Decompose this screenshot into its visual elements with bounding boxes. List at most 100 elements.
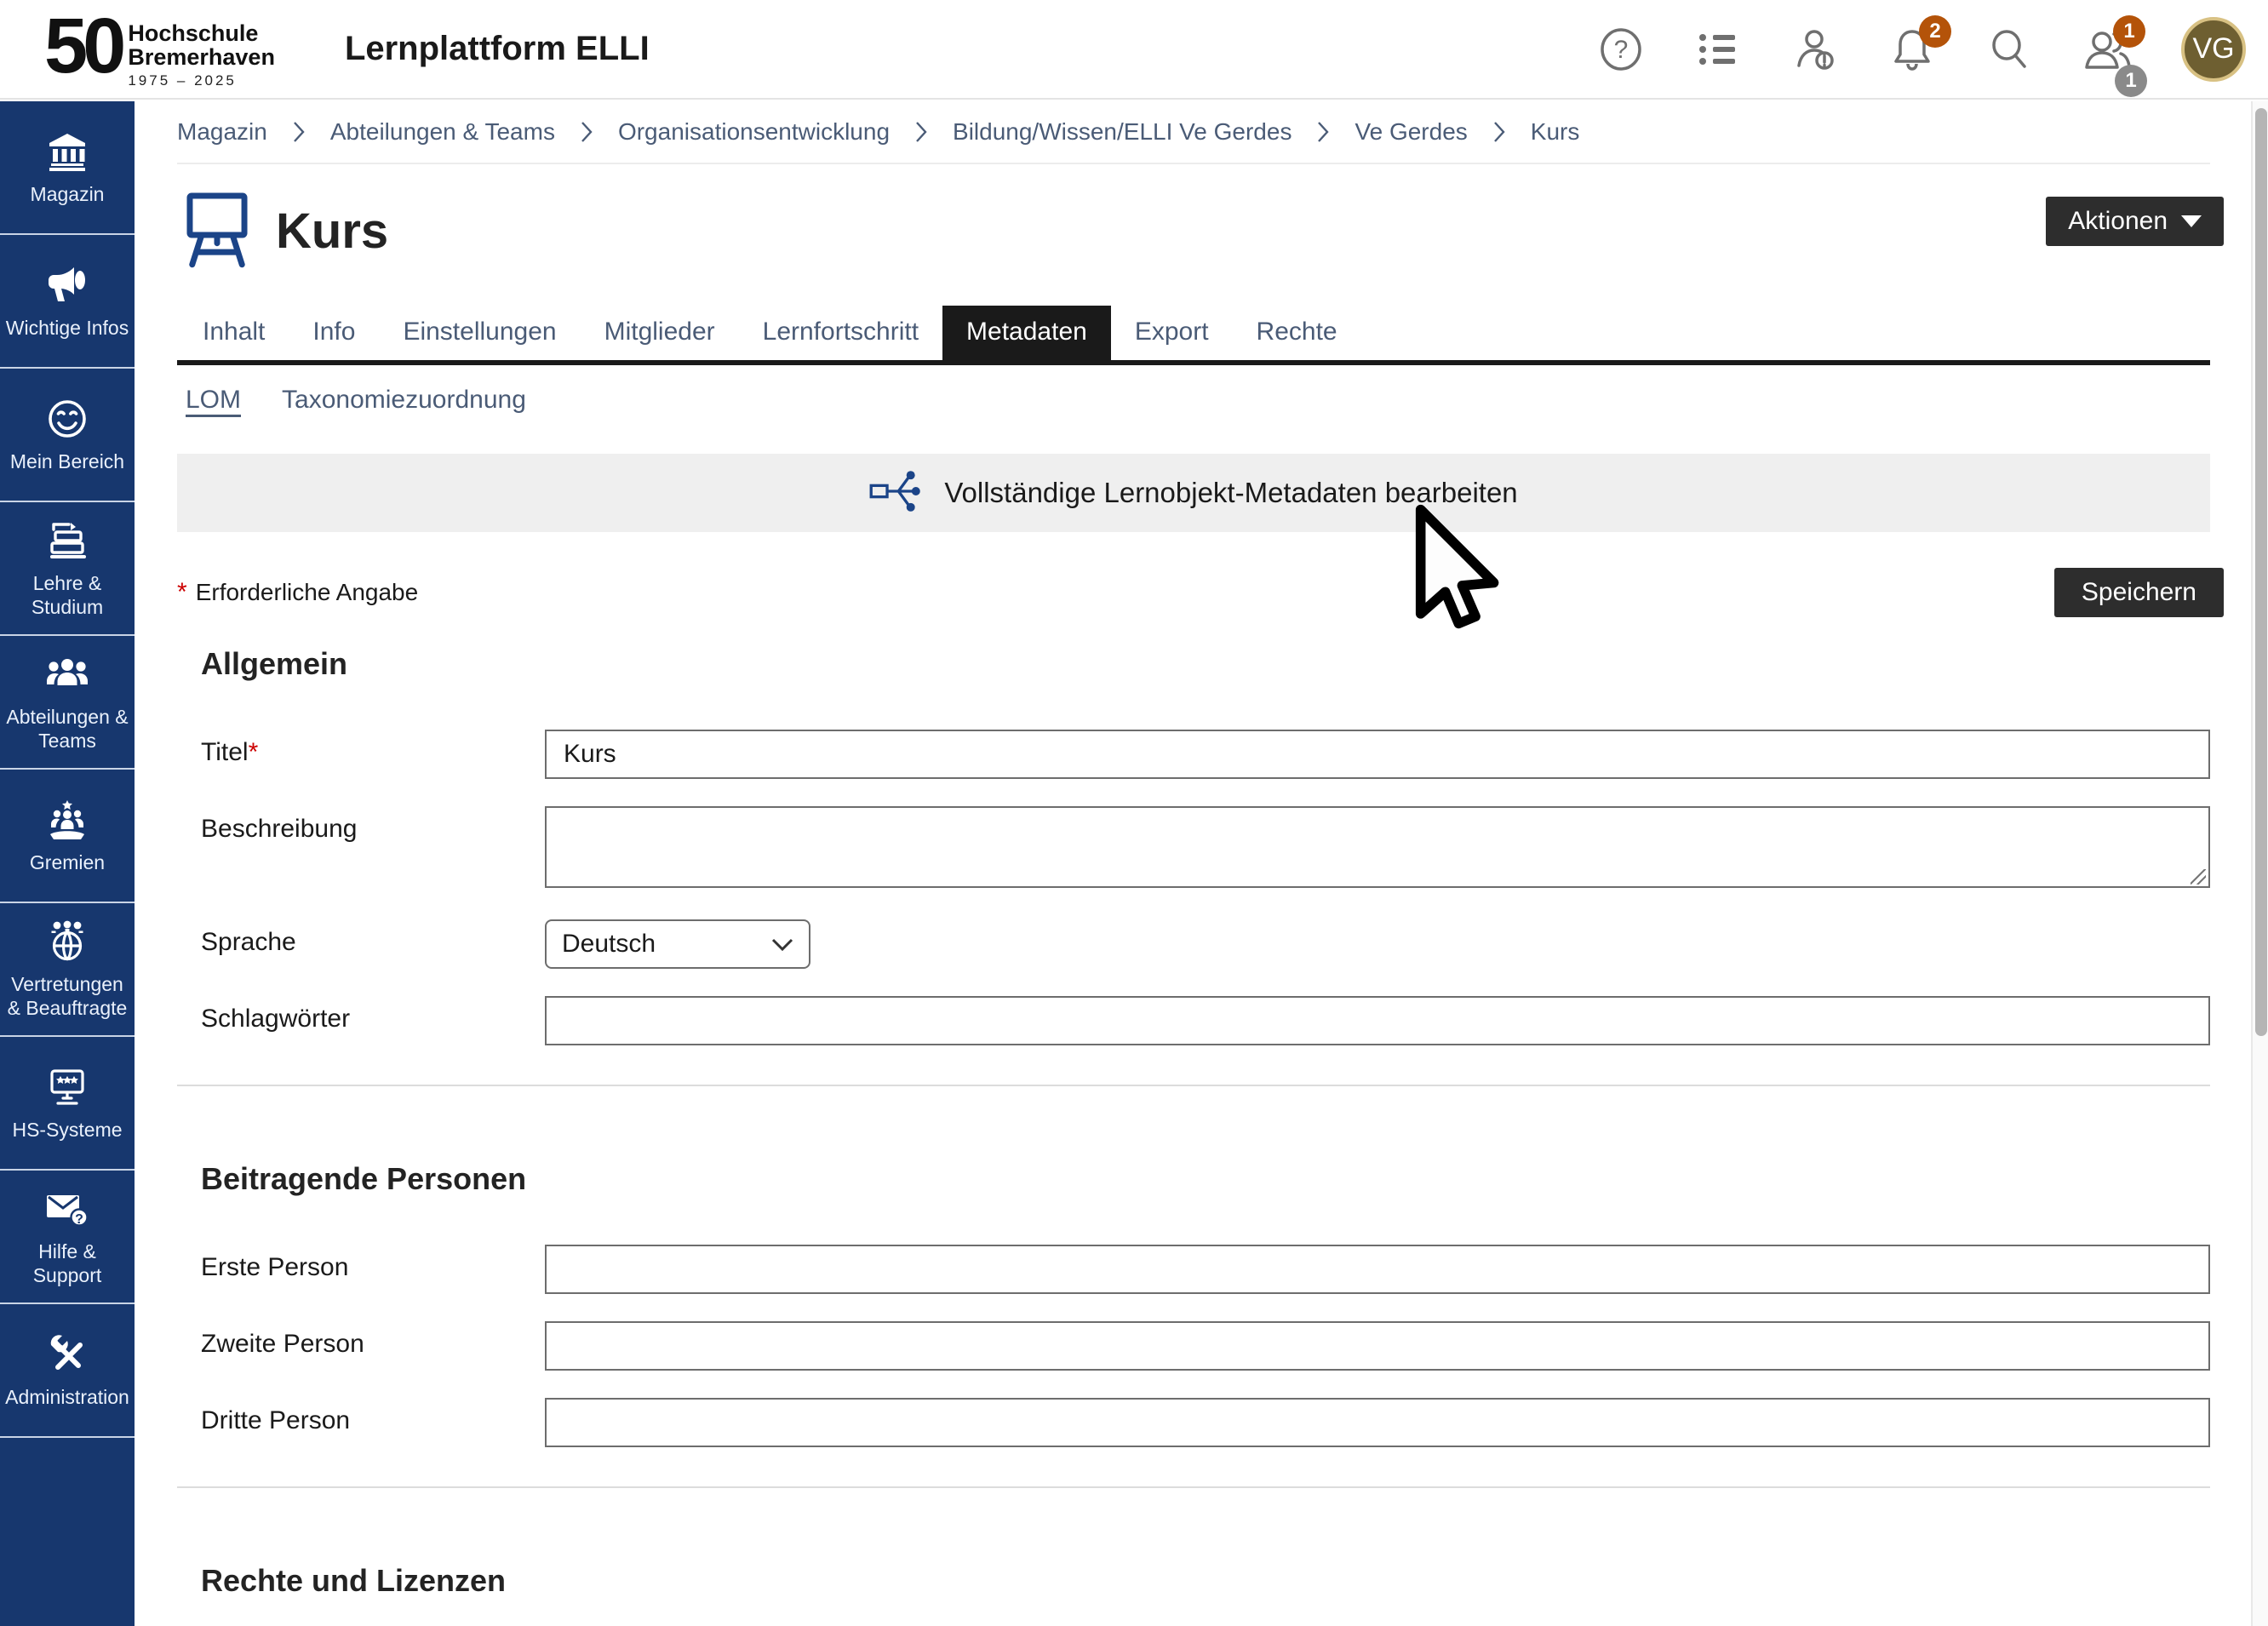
sidebar-item-hs-systeme[interactable]: HS-Systeme — [0, 1037, 135, 1171]
help-icon: ? — [1599, 27, 1643, 72]
subtab-lom[interactable]: LOM — [186, 386, 241, 415]
field-label-erste-person: Erste Person — [177, 1245, 545, 1294]
schlagwoerter-input[interactable] — [545, 996, 2210, 1045]
form-toolbar: * Erforderliche Angabe Speichern — [177, 568, 2210, 617]
subtab-bar: LOM Taxonomiezuordnung — [177, 386, 2210, 415]
course-icon — [184, 190, 250, 272]
sidebar-item-label: Abteilungen & Teams — [3, 705, 131, 753]
top-header: 50 Hochschule Bremerhaven 1975 – 2025 Le… — [0, 0, 2268, 100]
contacts-button[interactable]: 1 1 — [2084, 27, 2128, 72]
tab-export[interactable]: Export — [1111, 306, 1233, 360]
actions-button[interactable]: Aktionen — [2046, 197, 2224, 246]
sidebar-item-label: Magazin — [31, 182, 105, 206]
form-row-sprache: Sprache Deutsch — [177, 919, 2210, 969]
avatar[interactable]: VG — [2181, 17, 2246, 82]
save-button[interactable]: Speichern — [2054, 568, 2224, 617]
contacts-badge-bottom: 1 — [2115, 65, 2147, 97]
field-label-titel: Titel* — [177, 730, 545, 779]
field-label-zweite-person: Zweite Person — [177, 1321, 545, 1371]
required-asterisk: * — [177, 578, 187, 606]
chevron-down-icon — [2181, 215, 2202, 227]
vertical-scrollbar[interactable] — [2251, 101, 2268, 1626]
monitor-icon — [45, 1065, 89, 1109]
sprache-selected-value: Deutsch — [562, 930, 656, 959]
sidebar-item-abteilungen-teams[interactable]: Abteilungen & Teams — [0, 636, 135, 770]
university-logo: 50 Hochschule Bremerhaven 1975 – 2025 — [44, 9, 275, 89]
sprache-select[interactable]: Deutsch — [545, 919, 810, 969]
form-row-schlagwoerter: Schlagwörter — [177, 996, 2210, 1045]
dritte-person-input[interactable] — [545, 1398, 2210, 1447]
zweite-person-input[interactable] — [545, 1321, 2210, 1371]
required-hint-text: Erforderliche Angabe — [196, 579, 419, 605]
sidebar-item-label: Hilfe & Support — [3, 1240, 131, 1287]
sidebar-item-label: Administration — [5, 1385, 129, 1409]
awareness-button[interactable] — [1793, 27, 1837, 72]
edit-full-metadata-banner[interactable]: Vollständige Lernobjekt-Metadaten bearbe… — [177, 454, 2210, 532]
beschreibung-textarea[interactable] — [545, 806, 2210, 888]
tab-rechte[interactable]: Rechte — [1233, 306, 1361, 360]
tab-lernfortschritt[interactable]: Lernfortschritt — [739, 306, 942, 360]
form-row-dritte-person: Dritte Person — [177, 1398, 2210, 1447]
section-divider — [177, 1085, 2210, 1086]
field-label-schlagwoerter: Schlagwörter — [177, 996, 545, 1045]
sidebar-item-label: Wichtige Infos — [6, 316, 129, 340]
help-button[interactable]: ? — [1599, 27, 1643, 72]
tab-bar: Inhalt Info Einstellungen Mitglieder Ler… — [177, 306, 2210, 365]
section-heading-allgemein: Allgemein — [201, 646, 2210, 682]
tab-mitglieder[interactable]: Mitglieder — [581, 306, 739, 360]
field-label-sprache: Sprache — [177, 919, 545, 969]
sidebar-item-hilfe-support[interactable]: ? Hilfe & Support — [0, 1171, 135, 1304]
notifications-button[interactable]: 2 — [1890, 27, 1934, 72]
chevron-right-icon — [915, 121, 927, 143]
tab-metadaten[interactable]: Metadaten — [942, 306, 1111, 360]
breadcrumb-link[interactable]: Magazin — [177, 118, 267, 146]
bank-icon — [46, 129, 89, 174]
breadcrumb-current[interactable]: Kurs — [1531, 118, 1580, 146]
breadcrumb: Magazin Abteilungen & Teams Organisation… — [177, 101, 2210, 164]
chevron-right-icon — [581, 121, 593, 143]
sidebar-item-magazin[interactable]: Magazin — [0, 101, 135, 235]
section-heading-beitragende: Beitragende Personen — [201, 1161, 2210, 1197]
chevron-right-icon — [1493, 121, 1505, 143]
tab-inhalt[interactable]: Inhalt — [179, 306, 289, 360]
search-icon — [1987, 27, 2031, 72]
people-hand-icon — [45, 798, 89, 842]
form-row-erste-person: Erste Person — [177, 1245, 2210, 1294]
scrollbar-thumb[interactable] — [2255, 108, 2267, 1036]
users-icon — [44, 652, 90, 696]
sidebar-item-label: Mein Bereich — [10, 449, 124, 473]
list-icon — [1696, 27, 1740, 72]
titel-label-text: Titel — [201, 738, 249, 766]
logo-text: Hochschule Bremerhaven 1975 – 2025 — [128, 21, 275, 89]
breadcrumb-link[interactable]: Abteilungen & Teams — [330, 118, 555, 146]
page-title: Kurs — [276, 203, 388, 260]
breadcrumb-link[interactable]: Ve Gerdes — [1354, 118, 1467, 146]
breadcrumb-link[interactable]: Organisationsentwicklung — [618, 118, 890, 146]
sidebar-item-label: HS-Systeme — [12, 1118, 122, 1142]
required-hint: * Erforderliche Angabe — [177, 578, 418, 607]
person-alert-icon — [1792, 26, 1838, 72]
sidebar-item-vertretungen-beauftragte[interactable]: Vertretungen & Beauftragte — [0, 903, 135, 1037]
sidebar-item-label: Lehre & Studium — [3, 571, 131, 619]
main-sidebar: Magazin Wichtige Infos Mein Bereich Lehr… — [0, 101, 135, 1626]
sidebar-item-wichtige-infos[interactable]: Wichtige Infos — [0, 235, 135, 369]
tab-info[interactable]: Info — [289, 306, 379, 360]
sidebar-item-mein-bereich[interactable]: Mein Bereich — [0, 369, 135, 502]
sidebar-item-gremien[interactable]: Gremien — [0, 770, 135, 903]
header-toolbar: ? 2 — [1599, 17, 2246, 82]
share-nodes-icon — [869, 469, 922, 518]
sidebar-item-lehre-studium[interactable]: Lehre & Studium — [0, 502, 135, 636]
subtab-taxonomiezuordnung[interactable]: Taxonomiezuordnung — [282, 386, 526, 415]
logo-years: 1975 – 2025 — [128, 72, 275, 89]
sidebar-item-administration[interactable]: Administration — [0, 1304, 135, 1438]
titel-input[interactable] — [545, 730, 2210, 779]
save-button-label: Speichern — [2082, 578, 2196, 607]
field-label-dritte-person: Dritte Person — [177, 1398, 545, 1447]
search-button[interactable] — [1987, 27, 2031, 72]
erste-person-input[interactable] — [545, 1245, 2210, 1294]
breadcrumb-link[interactable]: Bildung/Wissen/ELLI Ve Gerdes — [953, 118, 1292, 146]
tab-einstellungen[interactable]: Einstellungen — [379, 306, 580, 360]
mail-help-icon: ? — [44, 1187, 90, 1231]
section-heading-rechte: Rechte und Lizenzen — [201, 1563, 2210, 1599]
todo-list-button[interactable] — [1696, 27, 1740, 72]
